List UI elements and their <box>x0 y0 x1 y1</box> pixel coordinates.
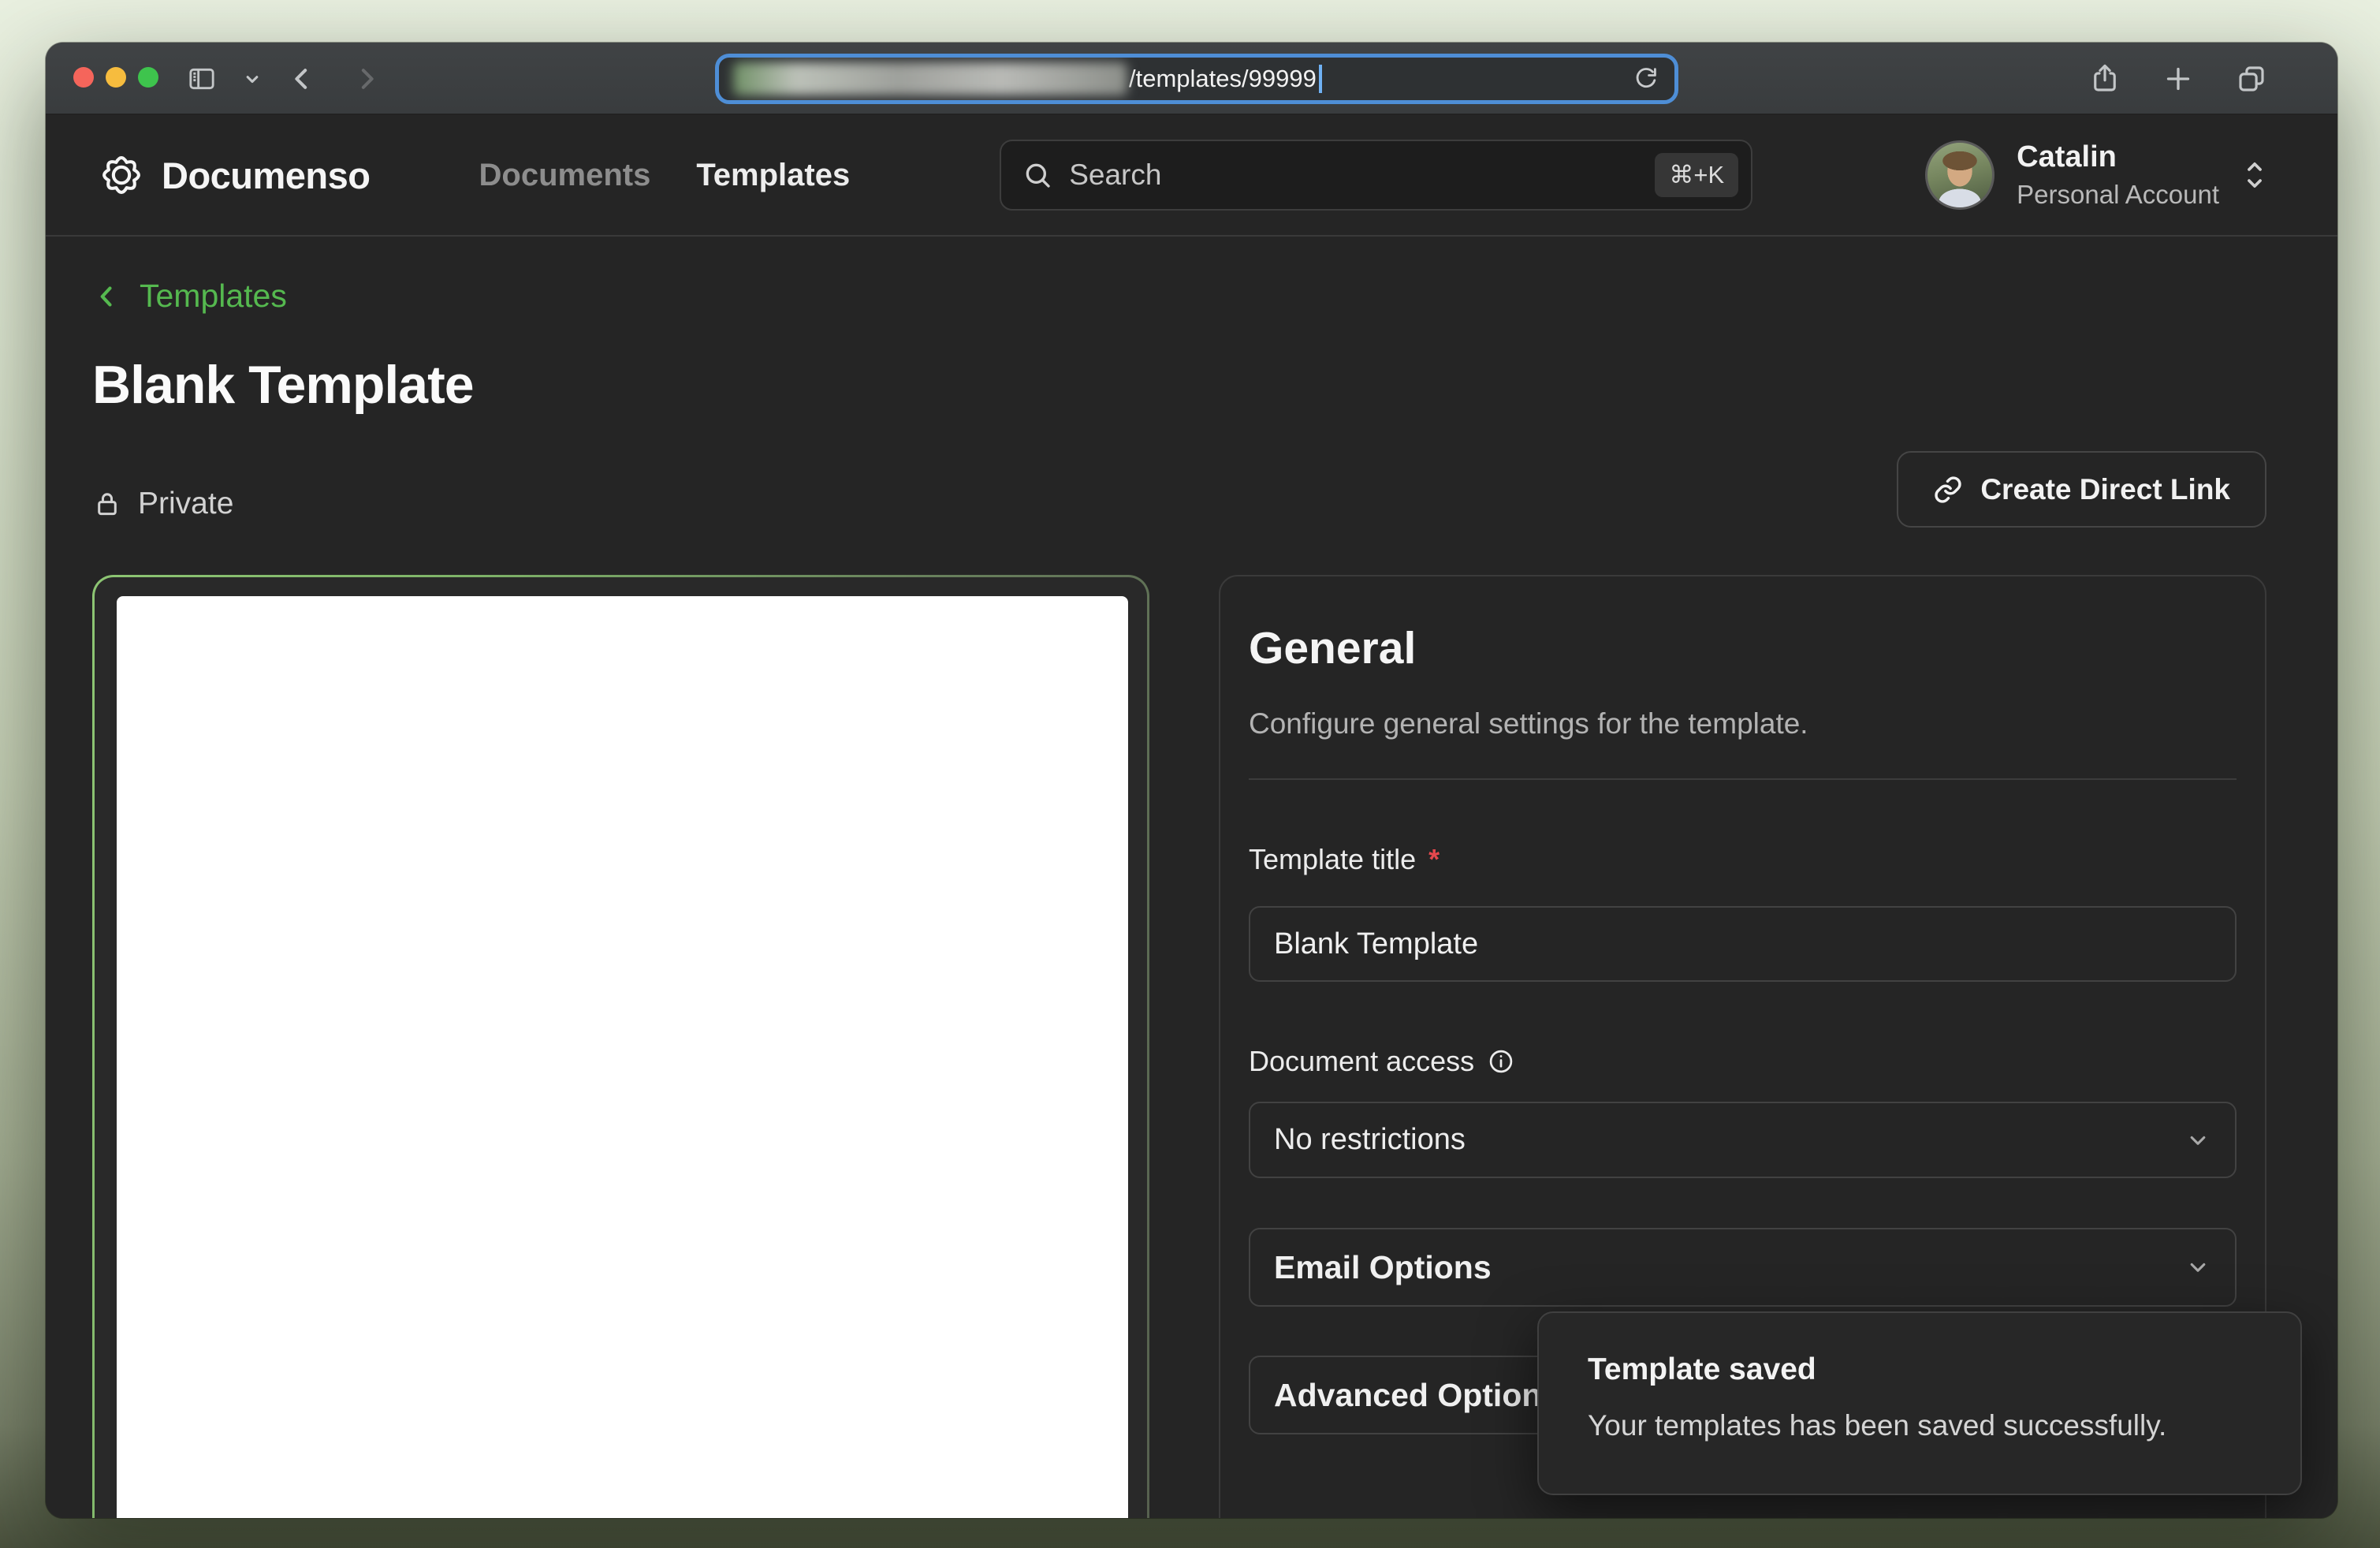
browser-titlebar: /templates/99999 <box>46 43 2337 115</box>
documenso-app: Documenso Documents Templates ⌘+K Catali… <box>46 115 2337 1518</box>
search-input[interactable] <box>1069 159 1639 192</box>
zoom-window-button[interactable] <box>138 67 158 88</box>
link-icon <box>1933 475 1963 505</box>
breadcrumb-label[interactable]: Templates <box>140 278 287 315</box>
required-marker: * <box>1428 843 1440 876</box>
address-bar[interactable]: /templates/99999 <box>715 54 1678 104</box>
document-access-label: Document access <box>1249 1045 2237 1078</box>
toast-message: Your templates has been saved successful… <box>1588 1409 2252 1442</box>
chevron-down-icon[interactable] <box>241 68 263 90</box>
brand[interactable]: Documenso <box>99 152 371 198</box>
new-tab-icon[interactable] <box>2162 63 2194 95</box>
chevron-left-icon <box>92 282 121 311</box>
user-menu[interactable]: Catalin Personal Account <box>1925 140 2268 210</box>
minimize-window-button[interactable] <box>106 67 126 88</box>
document-preview-frame <box>95 577 1147 1518</box>
traffic-lights <box>73 67 158 88</box>
visibility-label: Private <box>138 487 233 521</box>
lock-icon <box>92 489 122 519</box>
visibility-status: Private <box>92 487 233 528</box>
blurred-domain <box>733 62 1127 95</box>
email-options-toggle[interactable]: Email Options <box>1249 1228 2237 1307</box>
toast-notification[interactable]: Template saved Your templates has been s… <box>1537 1311 2302 1495</box>
chevrons-up-down-icon <box>2241 156 2268 194</box>
tabs-overview-icon[interactable] <box>2235 62 2268 95</box>
document-access-value: No restrictions <box>1274 1123 1466 1157</box>
advanced-options-label: Advanced Options <box>1274 1377 1559 1414</box>
page-title: Blank Template <box>92 354 2266 416</box>
create-direct-link-button[interactable]: Create Direct Link <box>1897 451 2266 528</box>
user-account-type: Personal Account <box>2017 180 2219 210</box>
main-nav: Documents Templates <box>479 158 851 193</box>
panel-description: Configure general settings for the templ… <box>1249 707 2237 740</box>
toast-title: Template saved <box>1588 1352 2252 1387</box>
info-icon[interactable] <box>1487 1047 1515 1076</box>
url-path-text: /templates/99999 <box>1129 65 1317 93</box>
back-icon[interactable] <box>286 63 318 95</box>
template-title-label: Template title * <box>1249 843 2237 876</box>
forward-icon[interactable] <box>351 63 382 95</box>
search-icon <box>1022 159 1053 191</box>
breadcrumb[interactable]: Templates <box>92 278 287 315</box>
avatar <box>1925 140 1995 210</box>
reload-icon[interactable] <box>1632 65 1660 93</box>
search-bar[interactable]: ⌘+K <box>1000 140 1752 211</box>
browser-window: /templates/99999 <box>46 43 2337 1518</box>
share-icon[interactable] <box>2088 62 2121 95</box>
documenso-seal-icon <box>99 152 144 198</box>
sidebar-icon[interactable] <box>186 63 218 95</box>
close-window-button[interactable] <box>73 67 94 88</box>
brand-name: Documenso <box>162 154 371 197</box>
nav-item-templates[interactable]: Templates <box>696 158 850 193</box>
nav-item-documents[interactable]: Documents <box>479 158 651 193</box>
chevron-down-icon <box>2184 1254 2211 1281</box>
text-caret <box>1319 65 1322 93</box>
app-header: Documenso Documents Templates ⌘+K Catali… <box>46 115 2337 237</box>
document-preview-card <box>92 575 1149 1518</box>
document-access-select[interactable]: No restrictions <box>1249 1102 2237 1178</box>
create-direct-link-label: Create Direct Link <box>1980 473 2230 506</box>
template-edit-page: Templates Blank Template Private <box>46 237 2337 1518</box>
document-page-blank[interactable] <box>117 596 1128 1518</box>
panel-title: General <box>1249 622 2237 674</box>
template-title-input[interactable] <box>1249 906 2237 982</box>
divider <box>1249 778 2237 780</box>
email-options-label: Email Options <box>1274 1249 1492 1286</box>
chevron-down-icon <box>2184 1127 2211 1154</box>
search-shortcut-badge: ⌘+K <box>1655 153 1738 197</box>
user-meta: Catalin Personal Account <box>2017 140 2219 210</box>
user-name: Catalin <box>2017 140 2219 175</box>
